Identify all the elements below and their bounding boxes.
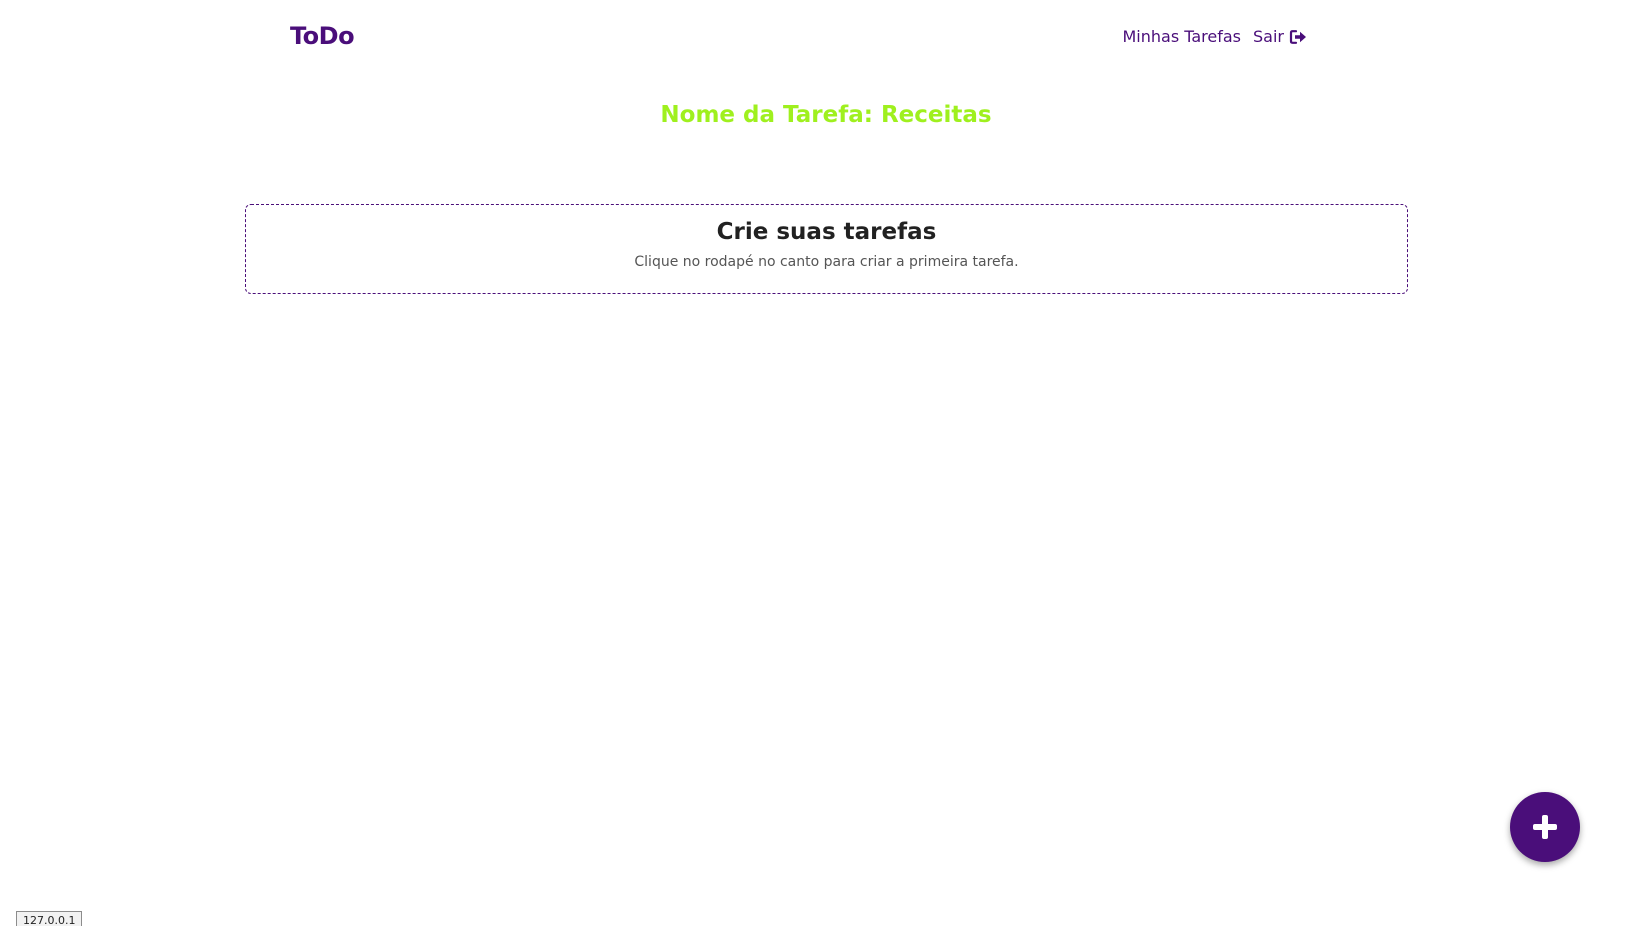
empty-state-heading: Crie suas tarefas: [716, 219, 937, 245]
sign-out-icon: [1289, 29, 1306, 44]
nav-link-logout[interactable]: Sair: [1253, 27, 1308, 46]
page: ToDo Minhas Tarefas Sair Nome da Tarefa:…: [0, 0, 1640, 926]
brand-logo[interactable]: ToDo: [290, 22, 355, 50]
navbar: ToDo Minhas Tarefas Sair: [0, 0, 1640, 76]
logout-label: Sair: [1253, 27, 1284, 46]
task-title: Nome da Tarefa: Receitas: [660, 102, 992, 128]
empty-task-card: Crie suas tarefas Clique no rodapé no ca…: [245, 204, 1408, 294]
url-status-tooltip: 127.0.0.1: [16, 911, 83, 926]
empty-state-text: Clique no rodapé no canto para criar a p…: [634, 254, 1019, 270]
nav-link-my-tasks[interactable]: Minhas Tarefas: [1122, 27, 1241, 46]
plus-icon: [1533, 815, 1557, 839]
nav-links: Minhas Tarefas Sair: [1122, 27, 1308, 46]
add-task-button[interactable]: [1510, 792, 1580, 862]
